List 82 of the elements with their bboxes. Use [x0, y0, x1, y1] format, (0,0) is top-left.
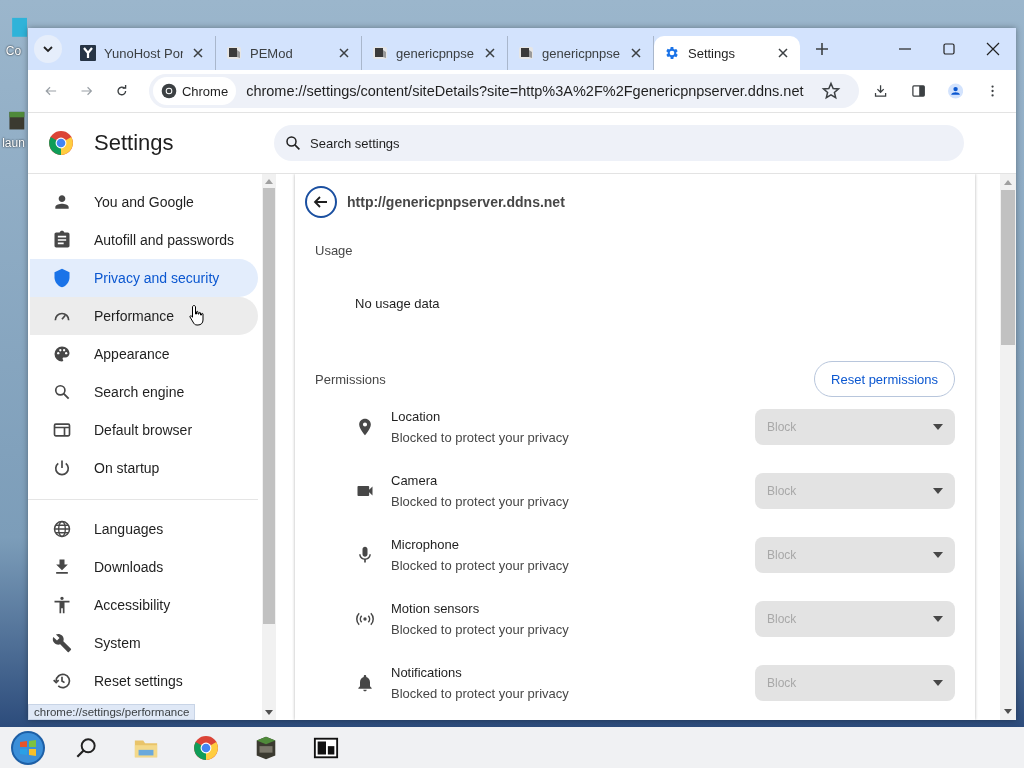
- permission-description: Blocked to protect your privacy: [391, 686, 570, 701]
- chrome-logo-icon: [48, 130, 74, 156]
- caret-icon: [933, 552, 943, 558]
- permission-description: Blocked to protect your privacy: [391, 558, 570, 573]
- permission-description: Blocked to protect your privacy: [391, 430, 570, 445]
- nav-item[interactable]: Accessibility: [30, 586, 258, 624]
- caret-icon: [933, 680, 943, 686]
- address-bar[interactable]: Chrome chrome://settings/content/siteDetails?site=http%3A%2F%2Fgenericpnpserver.ddns.net: [148, 74, 860, 108]
- bell-icon: [355, 673, 375, 693]
- accessibility-icon: [52, 595, 72, 615]
- nav-item[interactable]: Appearance: [30, 335, 258, 373]
- tab-search-button[interactable]: [34, 35, 62, 63]
- hand-cursor-icon: [189, 304, 205, 326]
- nav-item[interactable]: Performance: [30, 297, 258, 335]
- permission-label: Camera: [391, 473, 439, 488]
- search-icon: [52, 382, 72, 402]
- permission-label: Location: [391, 409, 442, 424]
- scrollbar-thumb[interactable]: [263, 188, 275, 624]
- nav-item[interactable]: Autofill and passwords: [30, 221, 258, 259]
- site-title: http://genericpnpserver.ddns.net: [347, 194, 565, 210]
- back-button[interactable]: [305, 186, 337, 218]
- nav-item[interactable]: Downloads: [30, 548, 258, 586]
- palette-icon: [52, 344, 72, 364]
- permission-description: Blocked to protect your privacy: [391, 622, 570, 637]
- usage-text: No usage data: [355, 296, 441, 311]
- scroll-down-icon[interactable]: [1004, 709, 1012, 715]
- close-tab-icon[interactable]: [337, 46, 351, 60]
- permission-label: Microphone: [391, 537, 460, 552]
- permission-description: Blocked to protect your privacy: [391, 494, 570, 509]
- desktop-icon-label: laun: [2, 136, 25, 150]
- section-heading: Usage: [315, 243, 354, 258]
- wrench-icon: [52, 633, 72, 653]
- status-tooltip: chrome://settings/performance: [28, 704, 196, 720]
- monitor-icon: [226, 45, 242, 61]
- permission-label: Notifications: [391, 665, 463, 680]
- close-tab-icon[interactable]: [629, 46, 643, 60]
- globe-icon: [52, 519, 72, 539]
- desktop-icon-label: Co: [5, 44, 22, 58]
- url-text: chrome://settings/content/siteDetails?site=http%3A%2F%2Fgenericpnpserver.ddns.net: [246, 83, 804, 99]
- scroll-down-icon[interactable]: [265, 710, 273, 716]
- chrome-icon: [160, 83, 177, 99]
- site-chip[interactable]: Chrome: [152, 77, 237, 105]
- section-heading: Permissions: [315, 371, 386, 387]
- permission-label: Motion sensors: [391, 601, 481, 616]
- search-field[interactable]: Search settings: [274, 125, 964, 161]
- star-icon[interactable]: [821, 81, 842, 101]
- browser-tab[interactable]: genericpnpse: [362, 36, 508, 70]
- logo-icon: [80, 45, 96, 61]
- browser-tab[interactable]: genericpnpse: [508, 36, 654, 70]
- close-tab-icon[interactable]: [191, 46, 205, 60]
- scrollbar-thumb[interactable]: [1001, 190, 1015, 345]
- shield-icon: [52, 268, 72, 288]
- close-tab-icon[interactable]: [483, 46, 497, 60]
- nav-item[interactable]: Search engine: [30, 373, 258, 411]
- page-title: Settings: [94, 130, 175, 156]
- reset-permissions-button[interactable]: Reset permissions: [814, 361, 955, 397]
- nav-item[interactable]: System: [30, 624, 258, 662]
- history-icon: [52, 671, 72, 691]
- nav-item[interactable]: Languages: [30, 510, 258, 548]
- close-icon[interactable]: [986, 42, 1000, 56]
- nav-item[interactable]: On startup: [30, 449, 258, 487]
- nav-item[interactable]: Reset settings: [30, 662, 258, 700]
- clipboard-icon: [52, 230, 72, 250]
- browser-tab[interactable]: PEMod: [216, 36, 362, 70]
- browser-window-icon: [52, 420, 72, 440]
- search-icon: [284, 134, 302, 152]
- nav-item[interactable]: You and Google: [30, 183, 258, 221]
- power-icon: [52, 458, 72, 478]
- caret-icon: [933, 424, 943, 430]
- monitor-icon: [372, 45, 388, 61]
- settings-icon: [664, 45, 680, 61]
- maximize-icon[interactable]: [942, 42, 956, 56]
- caret-icon: [933, 488, 943, 494]
- caret-icon: [933, 616, 943, 622]
- new-tab-icon[interactable]: [814, 41, 830, 57]
- browser-tab[interactable]: Settings: [654, 36, 800, 70]
- profile-avatar-icon[interactable]: [947, 81, 963, 101]
- nav-item[interactable]: Privacy and security: [30, 259, 258, 297]
- caret-icon: [43, 45, 53, 53]
- nav-item[interactable]: Default browser: [30, 411, 258, 449]
- monitor-icon: [518, 45, 534, 61]
- close-tab-icon[interactable]: [776, 46, 790, 60]
